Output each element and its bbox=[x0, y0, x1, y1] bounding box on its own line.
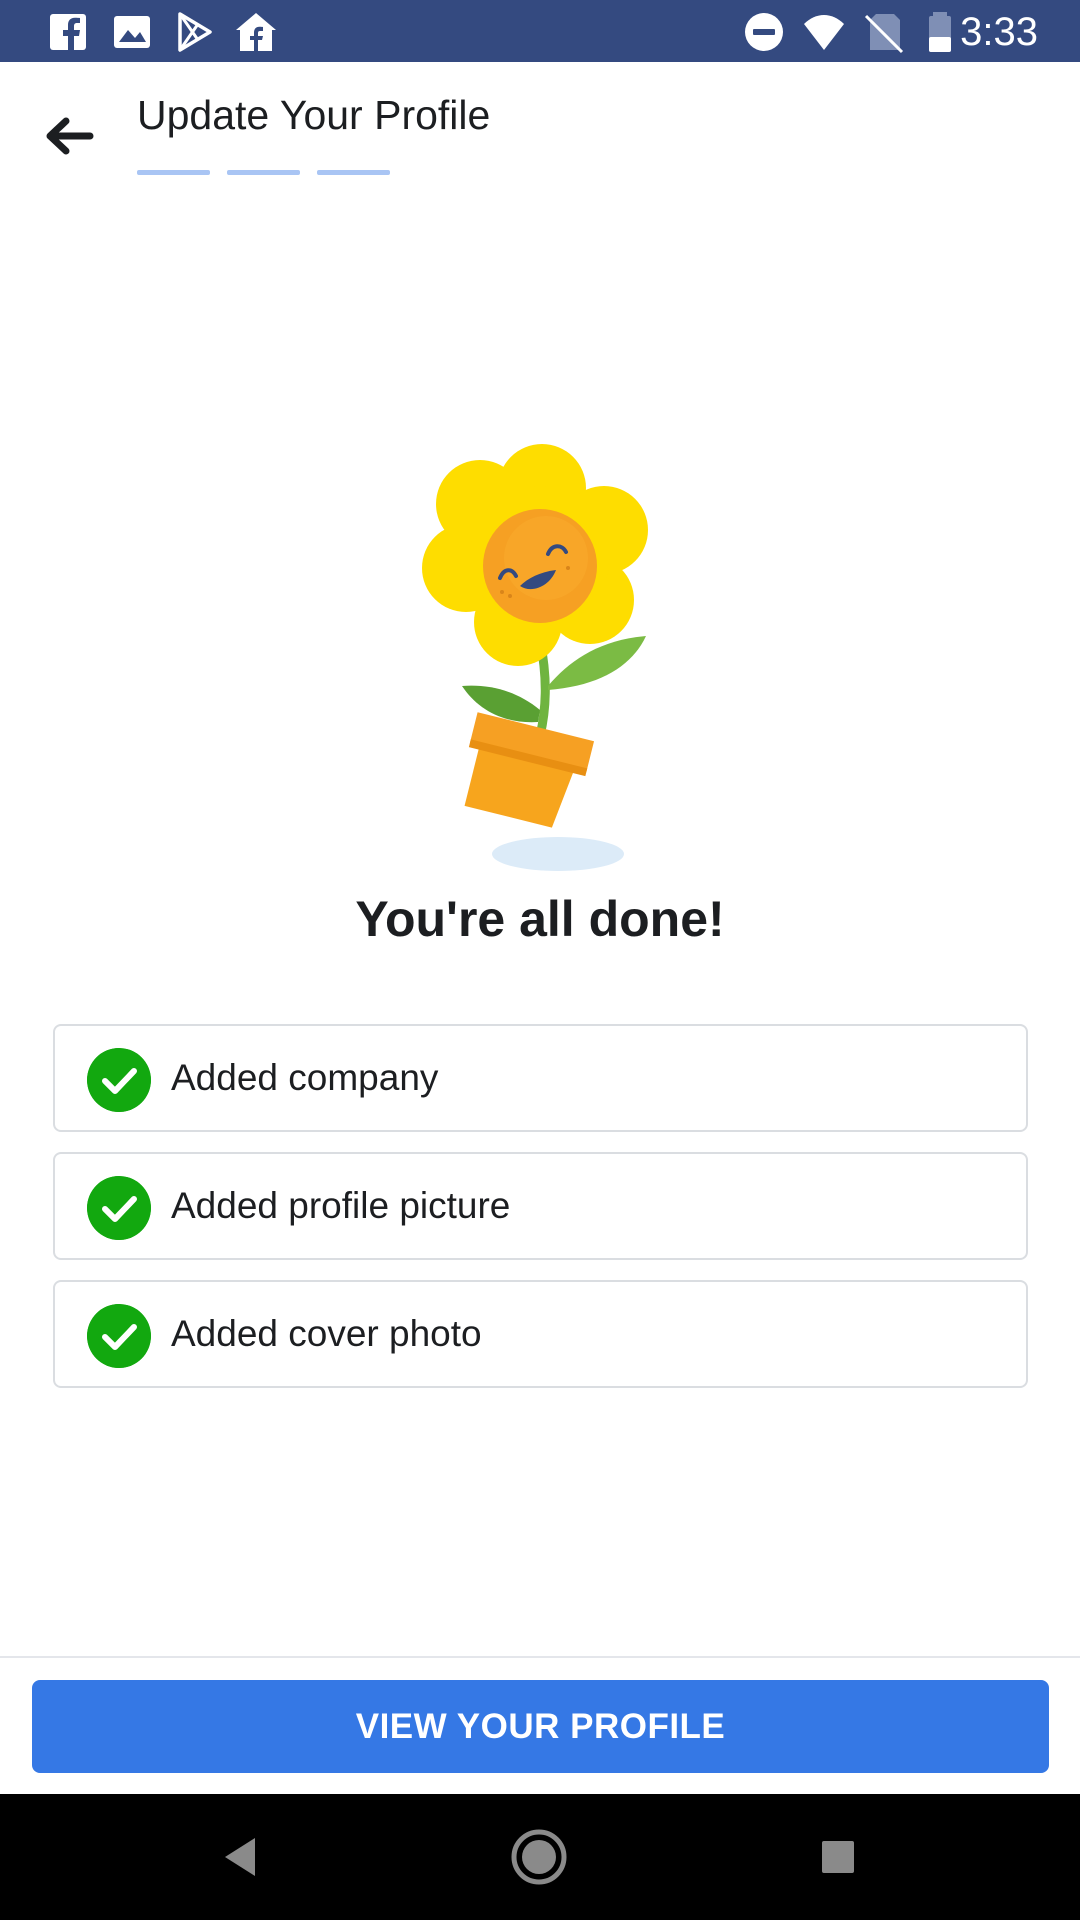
checkmark-icon bbox=[87, 1176, 151, 1240]
completed-steps-list: Added company Added profile picture Adde… bbox=[53, 1024, 1028, 1408]
page-title: Update Your Profile bbox=[137, 92, 491, 138]
checkmark-icon bbox=[87, 1048, 151, 1112]
list-item: Added company bbox=[53, 1024, 1028, 1132]
play-store-icon bbox=[178, 12, 212, 52]
facebook-home-icon bbox=[236, 13, 276, 51]
back-arrow-icon[interactable] bbox=[36, 104, 100, 168]
battery-icon bbox=[929, 12, 951, 52]
flower-pot-illustration bbox=[422, 444, 648, 871]
do-not-disturb-icon bbox=[745, 13, 783, 51]
step-indicator bbox=[227, 170, 300, 175]
step-indicator bbox=[317, 170, 390, 175]
wifi-icon bbox=[804, 15, 844, 50]
status-clock: 3:33 bbox=[960, 10, 1038, 54]
facebook-icon bbox=[50, 14, 86, 50]
completion-heading: You're all done! bbox=[355, 891, 725, 947]
no-sim-icon bbox=[864, 14, 904, 54]
status-bar: 3:33 bbox=[0, 0, 1080, 62]
gallery-icon bbox=[114, 16, 150, 48]
list-item: Added profile picture bbox=[53, 1152, 1028, 1260]
checkmark-icon bbox=[87, 1304, 151, 1368]
home-nav-icon[interactable] bbox=[506, 1824, 572, 1890]
navigation-bar bbox=[0, 1794, 1080, 1920]
list-item: Added cover photo bbox=[53, 1280, 1028, 1388]
list-item-label: Added cover photo bbox=[171, 1313, 482, 1354]
footer-divider bbox=[0, 1656, 1080, 1658]
step-indicator bbox=[137, 170, 210, 175]
list-item-label: Added company bbox=[171, 1057, 439, 1098]
view-profile-button[interactable]: VIEW YOUR PROFILE bbox=[32, 1680, 1049, 1773]
header: Update Your Profile bbox=[0, 62, 1080, 192]
list-item-label: Added profile picture bbox=[171, 1185, 511, 1226]
recents-nav-icon[interactable] bbox=[805, 1824, 871, 1890]
back-nav-icon[interactable] bbox=[207, 1824, 273, 1890]
step-progress bbox=[137, 170, 390, 175]
